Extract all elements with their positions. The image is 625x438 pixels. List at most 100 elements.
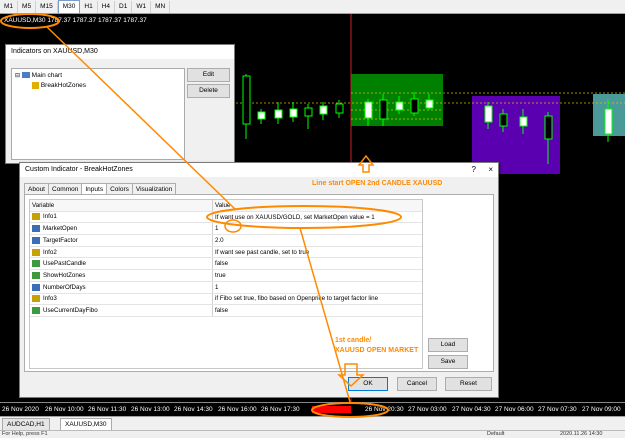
time-tick: 26 Nov 16:00 <box>218 406 257 413</box>
input-variable-cell: TargetFactor <box>30 234 213 247</box>
timeframe-w1[interactable]: W1 <box>132 0 152 13</box>
timeframe-h4[interactable]: H4 <box>98 0 115 13</box>
annotation-first-candle-text: 1st candle/ <box>335 337 372 344</box>
type-ab-icon <box>32 213 40 221</box>
candle-body <box>274 109 283 119</box>
candle-body <box>410 98 419 114</box>
time-tick: 26 Nov 20:30 <box>365 406 404 413</box>
timeframe-m30[interactable]: M30 <box>57 0 81 14</box>
input-variable-cell: MarketOpen <box>30 222 213 236</box>
input-row[interactable]: ShowHotZones true <box>30 269 422 282</box>
candle-body <box>544 115 553 140</box>
type-bool-icon <box>32 260 40 268</box>
input-variable-name: UseCurrentDayFibo <box>43 307 98 315</box>
custom-indicator-dialog[interactable]: Custom Indicator - BreakHotZones ? × Abo… <box>19 162 499 398</box>
candle-body <box>289 108 298 118</box>
input-variable-cell: NumberOfDays <box>30 281 213 294</box>
type-ab-icon <box>32 248 40 256</box>
input-variable-name: UsePastCandle <box>43 260 86 268</box>
reset-button[interactable]: Reset <box>445 377 492 391</box>
input-variable-name: Info3 <box>43 295 57 303</box>
type-ab-icon <box>32 295 40 303</box>
save-button[interactable]: Save <box>428 355 468 369</box>
candle-body <box>519 116 528 127</box>
candle-body <box>425 99 434 109</box>
annotation-market-open-text: XAUUSD OPEN MARKET <box>335 347 419 354</box>
timeframe-m15[interactable]: M15 <box>36 0 58 13</box>
input-value-cell[interactable]: false <box>212 304 422 317</box>
status-profile: Default <box>487 431 505 437</box>
input-value-cell[interactable]: false <box>212 257 422 271</box>
tree-item-breakhotzones[interactable]: BreakHotZones <box>32 82 86 89</box>
cancel-button[interactable]: Cancel <box>397 377 437 391</box>
time-tick: 27 Nov 04:30 <box>452 406 491 413</box>
candle-body <box>395 101 404 111</box>
timeframe-toolbar: M1 M5 M15 M30 H1 H4 D1 W1 MN <box>0 0 625 14</box>
timeframe-d1[interactable]: D1 <box>115 0 133 13</box>
timeframe-m5[interactable]: M5 <box>18 0 37 13</box>
input-variable-name: NumberOfDays <box>43 283 86 291</box>
load-button[interactable]: Load <box>428 338 468 352</box>
tree-child-label: BreakHotZones <box>40 82 86 90</box>
grid-header: Variable Value <box>30 200 422 212</box>
input-value-cell[interactable]: 2.0 <box>212 234 422 247</box>
time-tick: 27 Nov 09:00 <box>582 406 621 413</box>
ok-button[interactable]: OK <box>348 377 388 391</box>
input-row[interactable]: TargetFactor 2.0 <box>30 234 422 247</box>
input-row[interactable]: Info2 If want see past candle, set to tru… <box>30 246 422 259</box>
col-variable-header: Variable <box>30 200 213 212</box>
help-icon[interactable]: ? <box>472 163 476 177</box>
candle-body <box>379 99 388 120</box>
input-variable-cell: Info3 <box>30 293 213 306</box>
time-tick: 26 Nov 10:00 <box>45 406 84 413</box>
timeframe-h1[interactable]: H1 <box>80 0 98 13</box>
type-123-icon <box>32 283 40 291</box>
tree-item-main-chart[interactable]: ⊟ Main chart <box>15 72 62 79</box>
status-time: 2020.11.26 14:30 <box>560 431 603 437</box>
input-value-cell[interactable]: if Fibo set true, fibo based on Openpric… <box>212 293 422 306</box>
status-help: For Help, press F1 <box>2 431 48 437</box>
input-row[interactable]: UseCurrentDayFibo false <box>30 304 422 317</box>
indicators-window-titlebar[interactable]: Indicators on XAUUSD,M30 <box>6 45 234 59</box>
indicators-window[interactable]: Indicators on XAUUSD,M30 ⊟ Main chart Br… <box>5 44 235 164</box>
candle-body <box>257 111 266 120</box>
candle-body <box>319 105 328 115</box>
close-icon[interactable]: × <box>488 163 493 177</box>
delete-button[interactable]: Delete <box>187 84 230 98</box>
annotation-line-start-text: Line start OPEN 2nd CANDLE XAUUSD <box>312 180 443 187</box>
custom-indicator-title: Custom Indicator - BreakHotZones <box>25 166 133 173</box>
custom-indicator-titlebar[interactable]: Custom Indicator - BreakHotZones ? × <box>20 163 498 177</box>
timeframe-mn[interactable]: MN <box>151 0 171 13</box>
input-row[interactable]: UsePastCandle false <box>30 257 422 271</box>
time-tick: 26 Nov 2020 <box>2 406 39 413</box>
type-v-2-icon <box>32 236 40 244</box>
input-row[interactable]: NumberOfDays 1 <box>30 281 422 294</box>
col-value-header: Value <box>212 200 422 212</box>
input-variable-name: ShowHotZones <box>43 272 86 280</box>
input-variable-name: Info1 <box>43 213 57 221</box>
candle-body <box>304 107 313 117</box>
input-variable-cell: UsePastCandle <box>30 257 213 271</box>
time-axis: 26 Nov 2020 26 Nov 10:00 26 Nov 11:30 26 No… <box>0 402 625 417</box>
input-row[interactable]: MarketOpen 1 <box>30 222 422 236</box>
input-value-cell[interactable]: If want use on XAUUSD/GOLD, set MarketOp… <box>212 211 422 224</box>
input-variable-cell: Info2 <box>30 246 213 259</box>
input-value-cell[interactable]: true <box>212 269 422 282</box>
candle-body <box>242 75 251 125</box>
indicator-icon <box>32 82 39 89</box>
input-row[interactable]: Info3 if Fibo set true, fibo based on Ope… <box>30 293 422 306</box>
time-tick: 26 Nov 11:30 <box>88 406 127 413</box>
type-bool-icon <box>32 271 40 279</box>
input-value-cell[interactable]: 1 <box>212 222 422 236</box>
input-variable-cell: ShowHotZones <box>30 269 213 282</box>
inputs-panel: Variable Value Info1 If want use on XAUUS… <box>24 194 494 372</box>
candle-body <box>335 103 344 114</box>
input-variable-cell: Info1 <box>30 211 213 224</box>
timeframe-m1[interactable]: M1 <box>0 0 19 13</box>
indicator-tree[interactable]: ⊟ Main chart BreakHotZones <box>11 68 185 160</box>
edit-button[interactable]: Edit <box>187 68 230 82</box>
input-row[interactable]: Info1 If want use on XAUUSD/GOLD, set Mar… <box>30 211 422 224</box>
input-value-cell[interactable]: If want see past candle, set to true <box>212 246 422 259</box>
input-value-cell[interactable]: 1 <box>212 281 422 294</box>
input-variable-name: MarketOpen <box>43 225 78 233</box>
